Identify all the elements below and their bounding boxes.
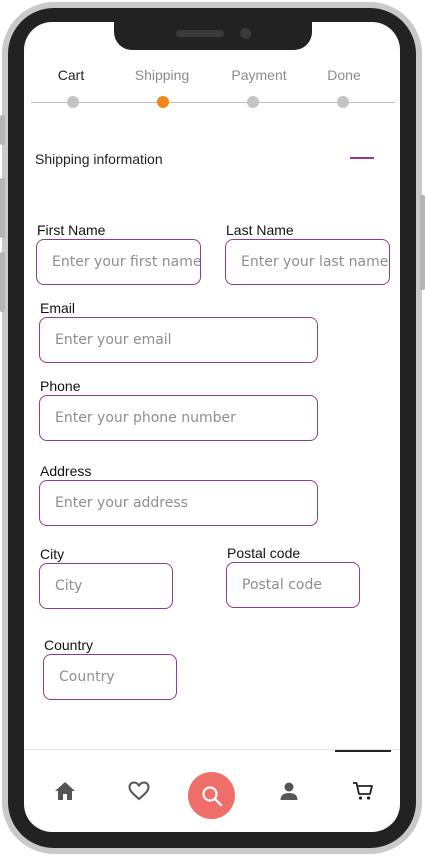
nav-search-button[interactable] (188, 772, 235, 819)
bottom-nav-active-indicator (335, 750, 391, 752)
city-label: City (40, 546, 65, 562)
phone-field[interactable]: Enter your phone number (39, 395, 318, 441)
first-name-field[interactable]: Enter your first name (36, 239, 201, 285)
phone-label: Phone (40, 378, 81, 394)
side-button-left-top (0, 115, 5, 145)
address-field[interactable]: Enter your address (39, 480, 318, 526)
nav-favorites[interactable] (124, 776, 154, 806)
step-dot-payment[interactable] (247, 96, 259, 108)
step-done[interactable]: Done (299, 67, 389, 83)
nav-profile[interactable] (274, 776, 304, 806)
step-dot-cart[interactable] (67, 96, 79, 108)
home-icon (55, 782, 75, 800)
city-field[interactable]: City (39, 563, 173, 609)
step-dot-shipping[interactable] (157, 96, 169, 108)
nav-cart[interactable] (348, 776, 378, 806)
section-title: Shipping information (35, 151, 163, 167)
front-camera (240, 28, 251, 39)
email-field[interactable]: Enter your email (39, 317, 318, 363)
side-button-left-bottom (0, 252, 5, 312)
country-label: Country (44, 637, 94, 653)
phone-notch (114, 22, 312, 50)
step-dot-done[interactable] (337, 96, 349, 108)
nav-home[interactable] (50, 776, 80, 806)
country-field[interactable]: Country (43, 654, 177, 700)
side-button-left-mid (0, 178, 5, 238)
step-shipping[interactable]: Shipping (117, 67, 207, 83)
step-payment[interactable]: Payment (214, 67, 304, 83)
first-name-label: First Name (37, 222, 106, 238)
last-name-field[interactable]: Enter your last name (225, 239, 390, 285)
collapse-icon[interactable] (350, 157, 374, 159)
side-button-right (420, 195, 425, 290)
person-icon (280, 782, 298, 800)
postal-code-label: Postal code (227, 545, 301, 561)
postal-code-field[interactable]: Postal code (226, 562, 360, 608)
email-label: Email (40, 300, 76, 316)
search-icon (201, 785, 222, 806)
app-screen: Cart Shipping Payment Done Shipping info… (24, 22, 400, 832)
cart-icon (353, 782, 373, 800)
heart-icon (128, 781, 150, 801)
speaker-grille (176, 30, 224, 37)
last-name-label: Last Name (226, 222, 294, 238)
step-cart[interactable]: Cart (26, 67, 116, 83)
address-label: Address (40, 463, 92, 479)
